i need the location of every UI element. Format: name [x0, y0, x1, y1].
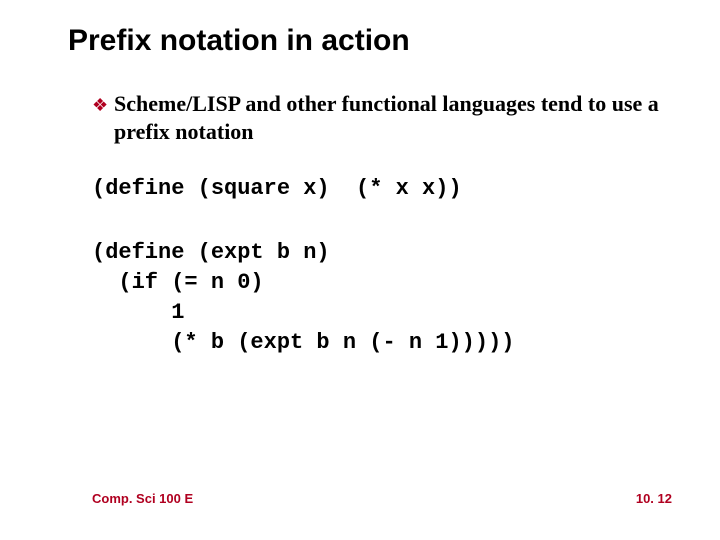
footer-course: Comp. Sci 100 E: [92, 491, 193, 506]
slide-title: Prefix notation in action: [68, 24, 410, 58]
code-block-expt: (define (expt b n) (if (= n 0) 1 (* b (e…: [92, 238, 680, 358]
diamond-bullet-icon: ❖: [92, 90, 114, 118]
bullet-text: Scheme/LISP and other functional languag…: [114, 90, 680, 146]
slide: Prefix notation in action ❖ Scheme/LISP …: [0, 0, 720, 540]
bullet-item: ❖ Scheme/LISP and other functional langu…: [92, 90, 680, 146]
code-block-square: (define (square x) (* x x)): [92, 174, 680, 204]
footer-page-number: 10. 12: [636, 491, 672, 506]
slide-body: ❖ Scheme/LISP and other functional langu…: [92, 90, 680, 358]
